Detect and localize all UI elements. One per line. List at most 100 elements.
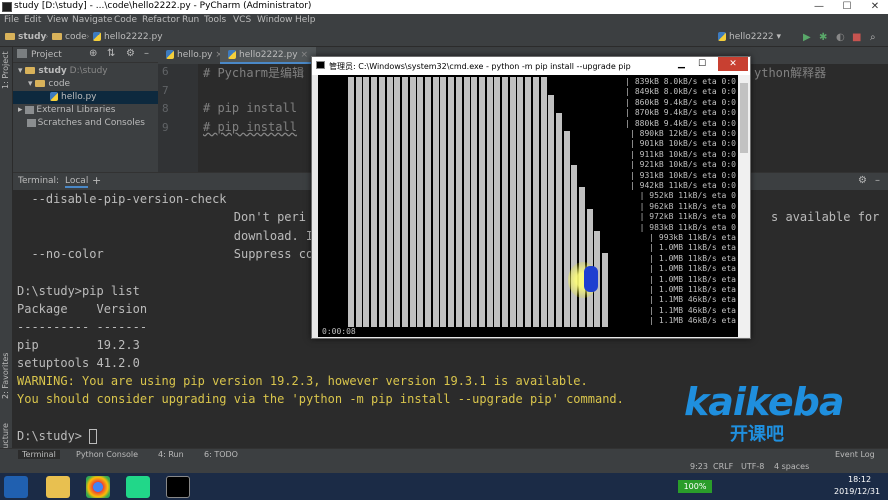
chrome-icon[interactable]: [86, 476, 110, 498]
tab-python-console[interactable]: Python Console: [76, 450, 138, 459]
cmd-title-bar[interactable]: 管理员: C:\Windows\system32\cmd.exe - pytho…: [312, 57, 750, 75]
cmd-scroll-thumb[interactable]: [740, 83, 748, 153]
file-explorer-icon[interactable]: [46, 476, 70, 498]
file-encoding[interactable]: UTF-8: [741, 462, 764, 471]
hide-icon[interactable]: –: [144, 48, 149, 59]
progress-line: | 1.0MB 11kB/s eta: [649, 253, 736, 263]
terminal-line: setuptools 41.2.0: [17, 356, 140, 370]
cmd-window[interactable]: 管理员: C:\Windows\system32\cmd.exe - pytho…: [311, 56, 751, 339]
console-bar-artifact: [532, 77, 539, 327]
terminal-line: Package Version: [17, 302, 148, 316]
menu-window[interactable]: Window: [257, 15, 293, 25]
menu-refactor[interactable]: Refactor: [142, 15, 180, 25]
debug-icon[interactable]: ✱: [819, 32, 827, 43]
console-bar-artifact: [363, 77, 370, 327]
progress-line: | 1.1MB 46kB/s eta: [649, 295, 736, 305]
tree-item-hello-py[interactable]: hello.py: [13, 91, 158, 104]
tree-item-code[interactable]: ▾ code: [28, 79, 70, 89]
pycharm-taskbar-icon[interactable]: [126, 476, 150, 498]
caret-position[interactable]: 9:23: [690, 462, 708, 471]
cmd-minimize-button[interactable]: ▁: [678, 59, 685, 69]
cmd-console[interactable]: | 839kB 8.0kB/s eta 0:0 | 849kB 8.0kB/s e…: [318, 75, 738, 337]
menu-file[interactable]: File: [4, 15, 19, 25]
minimize-button[interactable]: —: [808, 0, 830, 14]
tree-item-external-libraries[interactable]: ▸ External Libraries: [18, 105, 115, 115]
tab-hello2222-py[interactable]: hello2222.py ×: [220, 47, 316, 64]
progress-line: | 890kB 12kB/s eta 0:0: [630, 129, 736, 138]
python-file-icon: [228, 50, 236, 59]
tab-local[interactable]: Local: [65, 176, 89, 188]
favorites-tool-tab[interactable]: 2: Favorites: [1, 353, 10, 399]
navigation-bar: study › code › hello2222.py hello2222 ▾ …: [0, 29, 888, 47]
clock-date[interactable]: 2019/12/31: [834, 487, 880, 496]
console-bar-artifact: [394, 77, 401, 327]
mouse-click-indicator: [584, 266, 598, 292]
line-number: 7: [162, 84, 169, 97]
gear-icon[interactable]: ⚙: [126, 48, 135, 59]
menu-view[interactable]: View: [47, 15, 68, 25]
menu-edit[interactable]: Edit: [24, 15, 41, 25]
run-icon[interactable]: ▶: [803, 32, 811, 43]
hide-icon[interactable]: –: [875, 175, 880, 186]
cmd-maximize-button[interactable]: ☐: [698, 59, 706, 69]
menu-navigate[interactable]: Navigate: [72, 15, 112, 25]
breadcrumb-study[interactable]: study: [5, 32, 46, 42]
cmd-timer: 0:00:08: [322, 327, 356, 336]
tab-run[interactable]: 4: Run: [158, 450, 184, 459]
search-icon[interactable]: ⌕: [870, 32, 876, 43]
menu-tools[interactable]: Tools: [204, 15, 226, 25]
library-icon: [25, 105, 35, 114]
breadcrumb-separator: ›: [86, 32, 90, 42]
progress-line: | 870kB 9.4kB/s eta 0:0: [625, 108, 736, 118]
tab-todo[interactable]: 6: TODO: [204, 450, 238, 459]
menu-run[interactable]: Run: [182, 15, 199, 25]
progress-line: | 983kB 11kB/s eta 0: [639, 222, 736, 232]
console-bar-artifact: [455, 77, 462, 327]
console-bar-artifact: [378, 77, 385, 327]
console-bar-artifact: [386, 77, 393, 327]
console-bar-artifact: [525, 77, 532, 327]
console-bar-artifact: [540, 77, 547, 327]
tree-item-study[interactable]: ▾ study D:\study: [18, 66, 108, 76]
cmd-scrollbar[interactable]: [738, 75, 750, 337]
indent-setting[interactable]: 4 spaces: [774, 462, 809, 471]
collapse-icon[interactable]: ⇅: [107, 48, 115, 59]
console-bar-artifact: [417, 77, 424, 327]
console-bar-artifact: [425, 77, 431, 327]
breadcrumb-code[interactable]: code: [52, 32, 87, 42]
new-terminal-button[interactable]: +: [92, 174, 101, 187]
gear-icon[interactable]: ⚙: [858, 175, 867, 186]
progress-line: | 942kB 11kB/s eta 0:0: [630, 181, 736, 190]
terminal-warning-line: You should consider upgrading via the 'p…: [17, 392, 624, 406]
cmd-close-button[interactable]: ✕: [718, 57, 748, 71]
progress-line: | 1.0MB 11kB/s eta: [649, 243, 736, 253]
menu-code[interactable]: Code: [114, 15, 137, 25]
console-bar-artifact: [486, 77, 493, 327]
project-panel-title[interactable]: Project: [31, 50, 62, 60]
event-log-button[interactable]: Event Log: [835, 450, 875, 459]
close-tab-icon[interactable]: ×: [300, 50, 308, 60]
line-separator[interactable]: CRLF: [713, 462, 733, 471]
menu-help[interactable]: Help: [295, 15, 316, 25]
project-tool-tab[interactable]: 1: Project: [1, 51, 10, 89]
console-bar-artifact: [571, 165, 578, 327]
close-button[interactable]: ✕: [864, 0, 886, 14]
console-bar-artifact: [509, 77, 516, 327]
locate-icon[interactable]: ⊕: [89, 48, 97, 59]
tab-terminal[interactable]: Terminal: [18, 450, 60, 459]
breadcrumb-file[interactable]: hello2222.py: [93, 32, 163, 42]
battery-indicator[interactable]: 100%: [678, 480, 712, 493]
maximize-button[interactable]: ☐: [836, 0, 858, 14]
start-button-icon[interactable]: [4, 476, 28, 498]
console-bar-artifact: [517, 77, 524, 327]
coverage-icon[interactable]: ◐: [836, 32, 845, 43]
progress-line: | 972kB 11kB/s eta 0: [639, 212, 736, 222]
menu-vcs[interactable]: VCS: [233, 15, 251, 25]
tree-item-scratches[interactable]: Scratches and Consoles: [18, 118, 145, 128]
run-config-selector[interactable]: hello2222 ▾: [718, 32, 781, 42]
progress-line: | 952kB 11kB/s eta 0: [639, 191, 736, 201]
logo-brand-text: kaikeba: [684, 380, 844, 424]
clock-time[interactable]: 18:12: [848, 475, 871, 484]
cmd-taskbar-icon[interactable]: [166, 476, 190, 498]
stop-icon[interactable]: ■: [852, 32, 861, 43]
